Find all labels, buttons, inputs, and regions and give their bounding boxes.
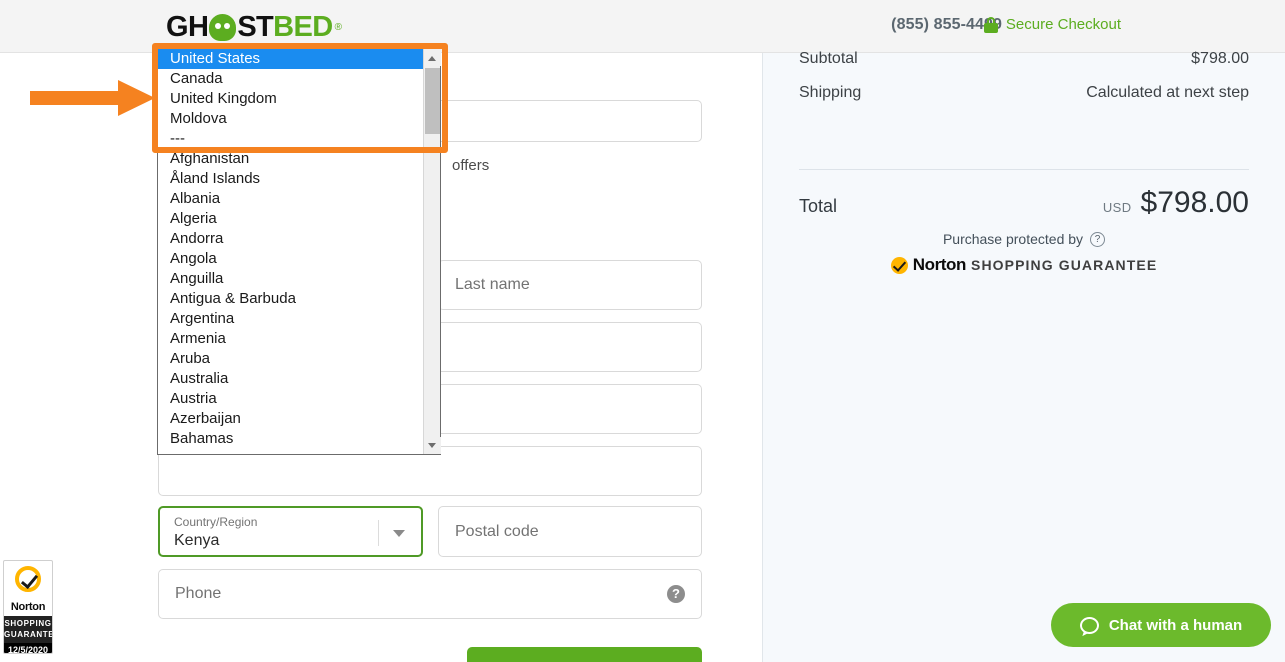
phone-placeholder: Phone <box>175 585 222 602</box>
seal-top: Norton <box>4 561 52 616</box>
registered-trademark-icon: ® <box>334 21 342 33</box>
marketing-offers-label: offers <box>452 157 490 174</box>
country-option[interactable]: Angola <box>158 249 424 269</box>
country-option-list[interactable]: United States Canada United Kingdom Moldova… <box>158 49 424 454</box>
seal-date: 12/5/2020 <box>4 643 52 653</box>
country-option[interactable]: Argentina <box>158 309 424 329</box>
shipping-label: Shipping <box>799 84 862 101</box>
country-option[interactable]: Albania <box>158 189 424 209</box>
site-header: GH ST BED ® (855) 855-4499 Secure Checko… <box>0 0 1285 53</box>
phone-field[interactable]: Phone ? <box>158 569 702 619</box>
chat-button-label: Chat with a human <box>1108 616 1243 634</box>
country-option[interactable]: Canada <box>158 69 424 89</box>
subtotal-value: $798.00 <box>1191 50 1249 67</box>
lock-icon <box>983 16 998 33</box>
country-option[interactable]: United Kingdom <box>158 89 424 109</box>
postal-code-field[interactable]: Postal code <box>438 506 702 557</box>
seal-brand-label: Norton <box>10 601 46 613</box>
total-row: Total USD $798.00 <box>799 186 1249 220</box>
country-dropdown-popup[interactable]: United States Canada United Kingdom Moldova… <box>157 48 441 455</box>
checkmark-icon <box>890 256 908 274</box>
seal-guarantee-text: SHOPPING GUARANTEE <box>4 616 52 643</box>
country-option[interactable]: --- <box>158 129 424 149</box>
subtotal-label: Subtotal <box>799 50 858 67</box>
total-amount: $798.00 <box>1140 186 1249 219</box>
logo-text-bed: BED <box>273 11 333 43</box>
scroll-up-arrow-icon[interactable] <box>424 49 441 66</box>
summary-divider <box>799 169 1249 170</box>
country-region-value: Kenya <box>174 532 220 549</box>
total-currency: USD <box>1102 200 1132 215</box>
logo-text-st: ST <box>237 11 274 43</box>
seal-line-1: SHOPPING <box>4 619 52 628</box>
country-option[interactable]: Anguilla <box>158 269 424 289</box>
country-option[interactable]: Bahamas <box>158 429 424 449</box>
seal-line-2: GUARANTEE <box>4 630 52 639</box>
secure-checkout-label: Secure Checkout <box>1005 16 1121 33</box>
norton-brand-label: Norton <box>912 255 967 274</box>
postal-code-placeholder: Postal code <box>455 522 539 540</box>
country-option[interactable]: Antigua & Barbuda <box>158 289 424 309</box>
ghostbed-logo[interactable]: GH ST BED ® <box>166 12 342 42</box>
purchase-protected-label: Purchase protected by <box>942 231 1084 247</box>
ghost-icon <box>209 13 237 41</box>
question-mark-icon[interactable]: ? <box>1090 231 1106 247</box>
secure-checkout-indicator: Secure Checkout <box>983 16 1121 33</box>
continue-to-delivery-method-button[interactable]: Continue to Delivery Method <box>467 647 702 662</box>
chat-bubble-icon <box>1079 616 1099 634</box>
country-option[interactable]: Åland Islands <box>158 169 424 189</box>
chevron-down-icon[interactable] <box>393 530 405 537</box>
country-option[interactable]: United States <box>158 49 424 69</box>
shipping-row: Shipping Calculated at next step <box>799 84 1249 102</box>
scroll-down-arrow-icon[interactable] <box>424 437 441 454</box>
country-option[interactable]: Moldova <box>158 109 424 129</box>
norton-shopping-guarantee-seal[interactable]: Norton SHOPPING GUARANTEE 12/5/2020 <box>3 560 53 654</box>
help-icon[interactable]: ? <box>667 585 685 603</box>
order-summary-panel: Subtotal $798.00 Shipping Calculated at … <box>763 50 1285 662</box>
country-option[interactable]: Armenia <box>158 329 424 349</box>
country-region-label: Country/Region <box>174 515 258 529</box>
norton-checkmark-icon <box>15 566 41 592</box>
country-region-select[interactable]: Country/Region Kenya <box>158 506 423 557</box>
country-option[interactable]: Azerbaijan <box>158 409 424 429</box>
country-option[interactable]: Aruba <box>158 349 424 369</box>
last-name-placeholder: Last name <box>455 276 530 293</box>
country-option[interactable]: Austria <box>158 389 424 409</box>
shopping-guarantee-label: SHOPPING GUARANTEE <box>971 257 1158 273</box>
country-option[interactable]: Algeria <box>158 209 424 229</box>
shipping-value: Calculated at next step <box>1086 84 1249 101</box>
chat-with-a-human-button[interactable]: Chat with a human <box>1051 603 1271 647</box>
purchase-protected-row: Purchase protected by ? <box>763 231 1285 247</box>
logo-text-gh: GH <box>166 11 209 43</box>
total-amount-group: USD $798.00 <box>1103 186 1249 220</box>
scrollbar-thumb[interactable] <box>425 68 440 134</box>
country-option[interactable]: Afghanistan <box>158 149 424 169</box>
select-divider <box>378 520 379 546</box>
checkout-page: GH ST BED ® (855) 855-4499 Secure Checko… <box>0 0 1285 662</box>
last-name-field[interactable]: Last name <box>438 260 702 310</box>
country-option[interactable]: Australia <box>158 369 424 389</box>
dropdown-scrollbar[interactable] <box>423 49 441 454</box>
total-label: Total <box>799 196 838 216</box>
subtotal-row: Subtotal $798.00 <box>799 50 1249 68</box>
norton-shopping-guarantee-badge: Norton SHOPPING GUARANTEE <box>763 255 1285 275</box>
annotation-arrow-icon <box>30 80 155 116</box>
country-option[interactable]: Andorra <box>158 229 424 249</box>
